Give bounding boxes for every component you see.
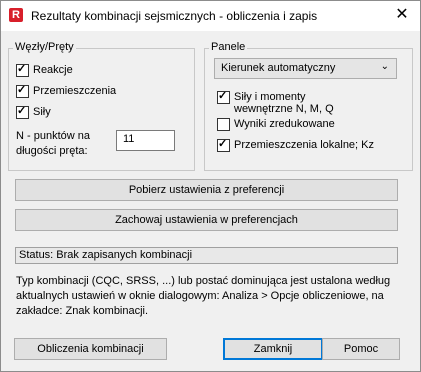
save-preferences-button[interactable]: Zachowaj ustawienia w preferencjach [15,209,398,231]
window-title: Rezultaty kombinacji sejsmicznych - obli… [31,9,318,23]
checkbox-label: Przemieszczenia [33,85,117,97]
status-field: Status: Brak zapisanych kombinacji [15,247,398,264]
points-count-label: N - punktów na długości pręta: [16,130,90,157]
chevron-down-icon: ⌄ [380,61,389,72]
close-button[interactable]: Zamknij [223,338,323,360]
checkbox-box[interactable] [16,104,29,119]
points-count-input[interactable]: 11 [116,130,175,151]
reactions-checkbox[interactable]: Reakcje [16,62,73,77]
checkbox-label: Wyniki zredukowane [234,118,335,130]
forces-checkbox[interactable]: Siły [16,104,51,119]
app-logo-icon: R [9,8,23,22]
checkbox-box[interactable] [217,118,230,131]
title-bar: R Rezultaty kombinacji sejsmicznych - ob… [1,1,420,31]
direction-select-value: Kierunek automatyczny [221,62,336,74]
help-button[interactable]: Pomoc [322,338,400,360]
direction-select[interactable]: Kierunek automatyczny ⌄ [214,58,397,79]
combination-info-text: Typ kombinacji (CQC, SRSS, ...) lub post… [16,275,391,317]
checkbox-label: Reakcje [33,64,73,76]
close-icon[interactable]: ✕ [392,5,412,25]
load-preferences-button[interactable]: Pobierz ustawienia z preferencji [15,179,398,201]
panels-legend: Panele [209,41,248,53]
checkbox-box[interactable] [217,137,230,152]
local-displacements-checkbox[interactable]: Przemieszczenia lokalne; Kz [217,137,375,152]
checkbox-label: Siły [33,106,51,118]
checkbox-box[interactable] [16,83,29,98]
checkbox-box[interactable] [217,89,230,104]
internal-forces-checkbox[interactable]: Siły i momenty wewnętrzne N, M, Q [217,89,354,115]
compute-combinations-button[interactable]: Obliczenia kombinacji [14,338,167,360]
dialog-window: R Rezultaty kombinacji sejsmicznych - ob… [0,0,421,372]
nodes-bars-legend: Węzły/Pręty [13,41,76,53]
checkbox-label: Przemieszczenia lokalne; Kz [234,139,375,151]
checkbox-label: Siły i momenty wewnętrzne N, M, Q [234,91,334,115]
checkbox-box[interactable] [16,62,29,77]
displacements-checkbox[interactable]: Przemieszczenia [16,83,117,98]
reduced-results-checkbox[interactable]: Wyniki zredukowane [217,118,335,131]
